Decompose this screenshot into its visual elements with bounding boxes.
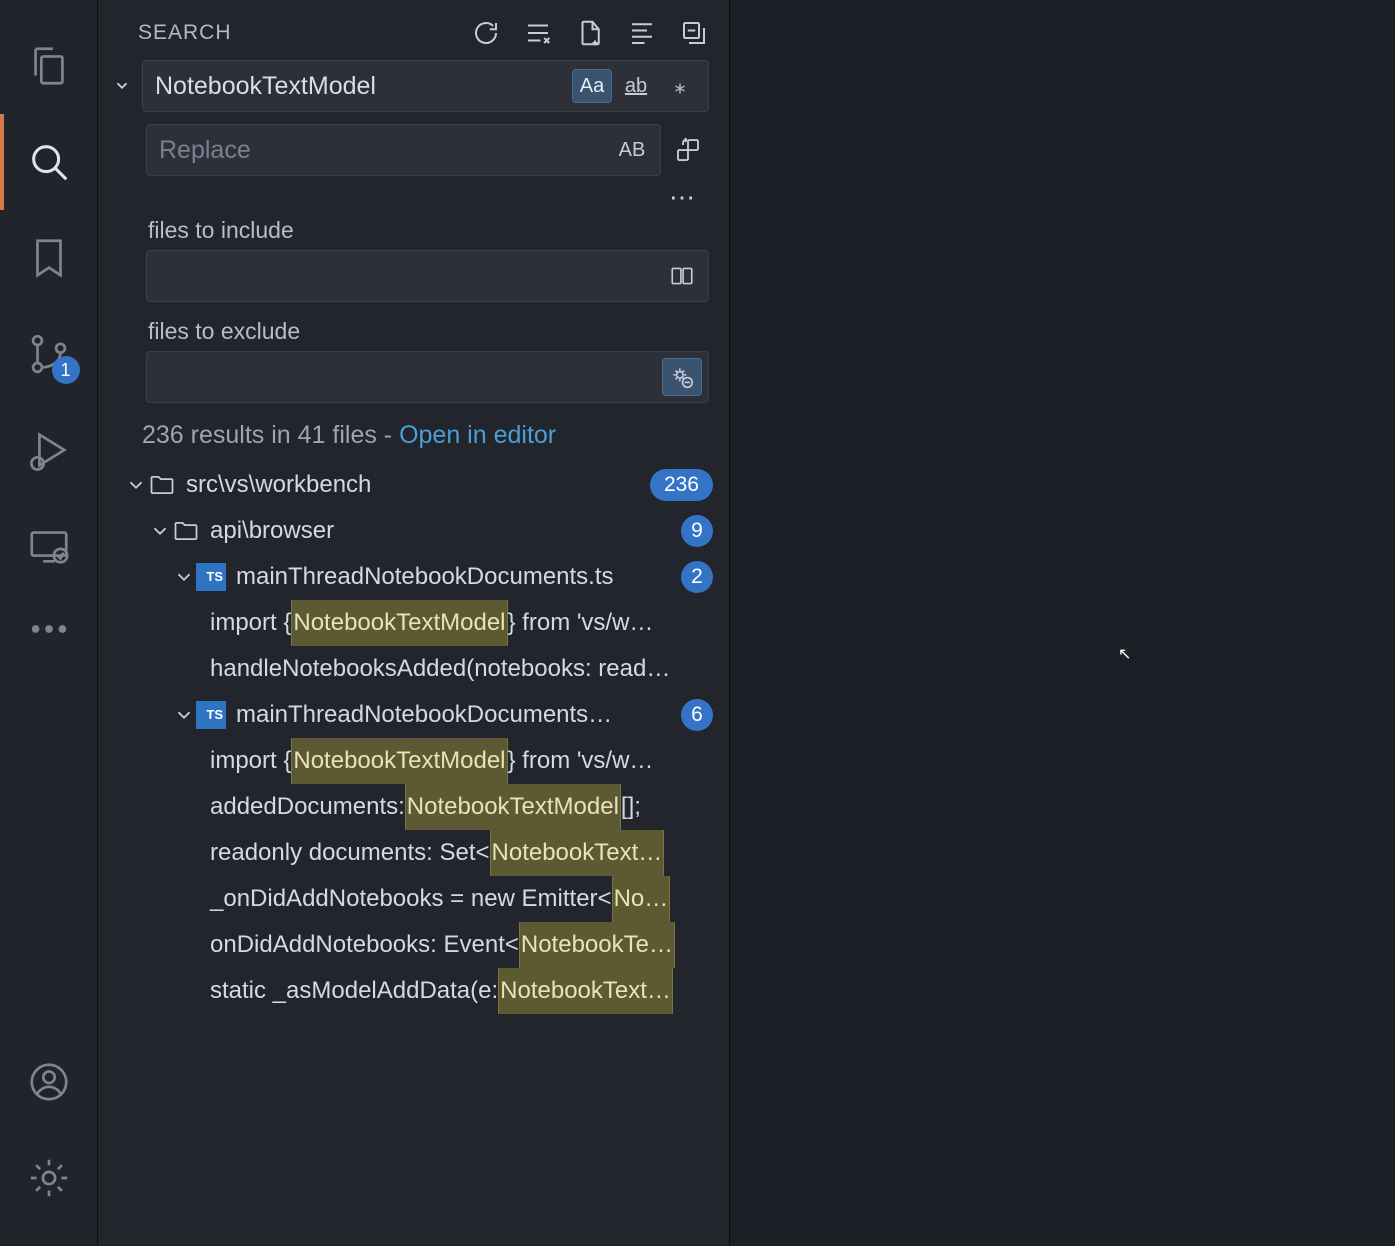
files-include-label: files to include <box>108 213 709 250</box>
clear-results-icon[interactable] <box>523 18 553 48</box>
replace-all-icon[interactable] <box>667 124 709 176</box>
folder-icon <box>172 517 200 545</box>
count-badge: 2 <box>681 561 713 593</box>
open-in-editor-link[interactable]: Open in editor <box>399 421 556 449</box>
tree-folder-row[interactable]: src\vs\workbench 236 <box>98 462 729 508</box>
preserve-case-icon[interactable]: AB <box>612 133 652 167</box>
explorer-icon[interactable] <box>0 18 98 114</box>
activity-bar: 1 <box>0 0 98 1246</box>
match-case-icon[interactable]: Aa <box>572 69 612 103</box>
chevron-down-icon <box>124 474 148 496</box>
bookmark-icon[interactable] <box>0 210 98 306</box>
count-badge: 9 <box>681 515 713 547</box>
chevron-down-icon <box>172 566 196 588</box>
chevron-down-icon <box>148 520 172 542</box>
search-icon[interactable] <box>0 114 98 210</box>
settings-gear-icon[interactable] <box>0 1130 98 1226</box>
replace-input-wrap: AB <box>146 124 661 176</box>
account-icon[interactable] <box>0 1034 98 1130</box>
panel-title: SEARCH <box>138 21 232 45</box>
toggle-replace-icon[interactable] <box>108 60 136 112</box>
files-include-input[interactable] <box>159 263 662 289</box>
files-include-input-wrap <box>146 250 709 302</box>
tree-file-row[interactable]: TS mainThreadNotebookDocuments… 6 <box>98 692 729 738</box>
open-files-only-icon[interactable] <box>662 257 702 295</box>
view-as-tree-icon[interactable] <box>627 18 657 48</box>
scm-badge: 1 <box>52 356 80 384</box>
match-row[interactable]: onDidAddNotebooks: Event<NotebookTe… <box>98 922 729 968</box>
editor-area <box>730 0 1395 1246</box>
chevron-down-icon <box>172 704 196 726</box>
search-panel: SEARCH <box>98 0 730 1246</box>
refresh-icon[interactable] <box>471 18 501 48</box>
match-row[interactable]: import { NotebookTextModel } from 'vs/w… <box>98 600 729 646</box>
count-badge: 236 <box>650 469 713 501</box>
tree-file-label: mainThreadNotebookDocuments… <box>236 692 673 738</box>
more-icon[interactable] <box>0 594 98 664</box>
match-row[interactable]: readonly documents: Set<NotebookText… <box>98 830 729 876</box>
match-row[interactable]: _onDidAddNotebooks = new Emitter<No… <box>98 876 729 922</box>
match-row[interactable]: import { NotebookTextModel } from 'vs/w… <box>98 738 729 784</box>
match-row[interactable]: handleNotebooksAdded(notebooks: read… <box>98 646 729 692</box>
replace-input[interactable] <box>159 136 612 165</box>
tree-file-row[interactable]: TS mainThreadNotebookDocuments.ts 2 <box>98 554 729 600</box>
tree-folder-label: api\browser <box>210 508 673 554</box>
files-exclude-label: files to exclude <box>108 302 709 351</box>
search-input[interactable] <box>155 72 572 101</box>
new-search-editor-icon[interactable] <box>575 18 605 48</box>
remote-icon[interactable] <box>0 498 98 594</box>
files-exclude-input-wrap <box>146 351 709 403</box>
match-row[interactable]: addedDocuments: NotebookTextModel[]; <box>98 784 729 830</box>
tree-file-label: mainThreadNotebookDocuments.ts <box>236 554 673 600</box>
use-exclude-settings-icon[interactable] <box>662 358 702 396</box>
results-tree: src\vs\workbench 236 api\browser 9 TS ma… <box>98 462 729 1246</box>
source-control-icon[interactable]: 1 <box>0 306 98 402</box>
typescript-file-icon: TS <box>196 563 226 591</box>
tree-folder-label: src\vs\workbench <box>186 462 642 508</box>
use-regex-icon[interactable]: ⁎ <box>660 69 700 103</box>
search-input-wrap: Aa ab ⁎ <box>142 60 709 112</box>
match-whole-word-icon[interactable]: ab <box>616 69 656 103</box>
tree-folder-row[interactable]: api\browser 9 <box>98 508 729 554</box>
run-debug-icon[interactable] <box>0 402 98 498</box>
files-exclude-input[interactable] <box>159 364 662 390</box>
count-badge: 6 <box>681 699 713 731</box>
typescript-file-icon: TS <box>196 701 226 729</box>
results-summary: 236 results in 41 files - Open in editor <box>98 403 729 462</box>
match-row[interactable]: static _asModelAddData(e: NotebookText… <box>98 968 729 1014</box>
folder-icon <box>148 471 176 499</box>
toggle-search-details-icon[interactable]: ⋯ <box>108 176 709 213</box>
collapse-all-icon[interactable] <box>679 18 709 48</box>
